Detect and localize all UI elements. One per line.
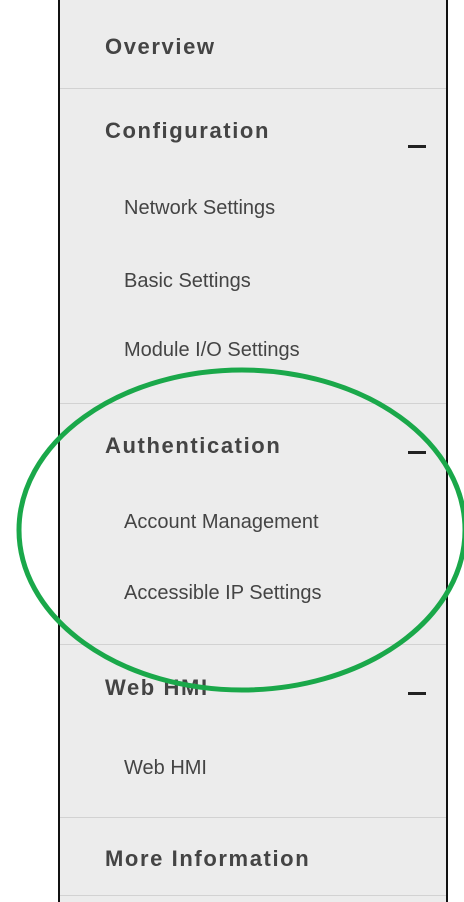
- nav-accessible-ip-settings[interactable]: Accessible IP Settings: [124, 582, 322, 605]
- divider: [60, 644, 446, 645]
- divider: [60, 817, 446, 818]
- collapse-icon[interactable]: [408, 451, 426, 454]
- collapse-icon[interactable]: [408, 692, 426, 695]
- nav-module-io-settings[interactable]: Module I/O Settings: [124, 339, 300, 362]
- divider: [60, 403, 446, 404]
- nav-web-hmi-page[interactable]: Web HMI: [124, 757, 207, 780]
- nav-more-information[interactable]: More Information: [105, 846, 310, 872]
- sidebar-nav: Overview Configuration Network Settings …: [58, 0, 448, 902]
- nav-web-hmi[interactable]: Web HMI: [105, 675, 209, 701]
- nav-basic-settings[interactable]: Basic Settings: [124, 270, 251, 293]
- nav-overview[interactable]: Overview: [105, 34, 216, 60]
- divider: [60, 895, 446, 896]
- nav-network-settings[interactable]: Network Settings: [124, 197, 275, 220]
- nav-authentication[interactable]: Authentication: [105, 433, 281, 459]
- divider: [60, 88, 446, 89]
- nav-account-management[interactable]: Account Management: [124, 511, 319, 534]
- collapse-icon[interactable]: [408, 145, 426, 148]
- nav-configuration[interactable]: Configuration: [105, 118, 270, 144]
